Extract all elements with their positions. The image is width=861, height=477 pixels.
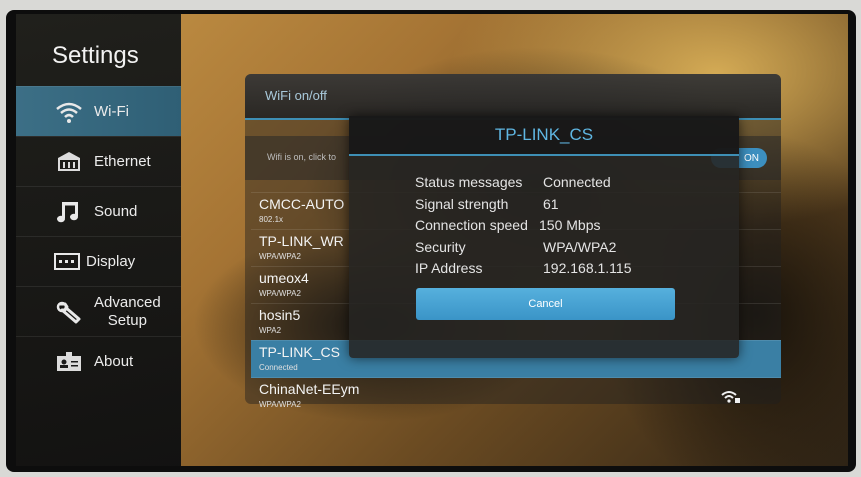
sidebar-item-sound[interactable]: Sound — [16, 186, 181, 236]
sidebar-item-advanced-setup[interactable]: Advanced Setup — [16, 286, 181, 336]
label-line-2: Setup — [107, 311, 147, 329]
id-card-icon — [54, 349, 84, 375]
info-label: Signal strength — [415, 195, 509, 212]
info-label: Security — [415, 238, 466, 255]
sidebar-item-label: About — [94, 352, 134, 370]
sidebar-title: Settings — [52, 42, 139, 69]
network-item-chinanet-eeym[interactable]: ChinaNet-EEym WPA/WPA2 — [251, 377, 781, 415]
cancel-button[interactable]: Cancel — [416, 288, 675, 320]
wifi-icon — [54, 99, 84, 125]
sidebar-item-display[interactable]: Display — [16, 236, 181, 286]
sidebar-item-wifi[interactable]: Wi-Fi — [16, 86, 181, 136]
screen: Settings Wi-Fi Ethernet Sound Display Ad… — [16, 14, 848, 466]
sidebar-item-label: Sound — [94, 202, 138, 220]
info-value: 150 Mbps — [539, 217, 601, 233]
network-name: TP-LINK_CS — [259, 344, 340, 360]
wifi-status-text: Wifi is on, click to — [267, 152, 337, 162]
network-security: WPA/WPA2 — [259, 252, 301, 261]
wifi-signal-lock-icon — [721, 390, 741, 404]
ethernet-icon — [54, 149, 84, 175]
network-security: WPA2 — [259, 326, 282, 335]
info-label: Connection speed — [415, 217, 528, 233]
info-value: Connected — [543, 174, 611, 190]
sidebar-item-label: Wi-Fi — [94, 102, 129, 120]
info-label: Status messages — [415, 174, 523, 190]
info-value: 192.168.1.115 — [543, 260, 632, 276]
dialog-header: TP-LINK_CS — [349, 116, 739, 156]
network-security: WPA/WPA2 — [259, 289, 301, 298]
sidebar-item-label: Ethernet — [94, 152, 151, 170]
music-note-icon — [54, 199, 84, 225]
settings-sidebar: Settings Wi-Fi Ethernet Sound Display Ad… — [16, 14, 181, 466]
wifi-panel-header: WiFi on/off — [245, 74, 781, 120]
display-icon — [52, 249, 82, 275]
network-status: Connected — [259, 363, 298, 372]
sidebar-item-label: Advanced Setup — [94, 294, 161, 330]
network-name: umeox4 — [259, 270, 309, 286]
sidebar-item-about[interactable]: About — [16, 336, 181, 386]
label-line-1: Advanced — [94, 293, 161, 311]
info-label: IP Address — [415, 260, 483, 276]
network-name: CMCC-AUTO — [259, 196, 345, 212]
sidebar-item-label: Display — [86, 252, 136, 270]
info-value: WPA/WPA2 — [543, 238, 617, 255]
network-security: WPA/WPA2 — [259, 400, 301, 409]
network-security: 802.1x — [259, 215, 284, 224]
sidebar-item-ethernet[interactable]: Ethernet — [16, 136, 181, 186]
wrench-icon — [54, 299, 84, 325]
dialog-title: TP-LINK_CS — [494, 125, 594, 144]
network-name: TP-LINK_WR — [259, 233, 344, 249]
wifi-panel-title: WiFi on/off — [265, 88, 327, 103]
network-name: hosin5 — [259, 307, 301, 323]
network-info-dialog: TP-LINK_CS Status messages Connected Sig… — [349, 116, 739, 358]
info-value: 61 — [543, 195, 559, 212]
network-name: ChinaNet-EEym — [259, 381, 360, 397]
wifi-toggle-label: ON — [744, 152, 759, 164]
